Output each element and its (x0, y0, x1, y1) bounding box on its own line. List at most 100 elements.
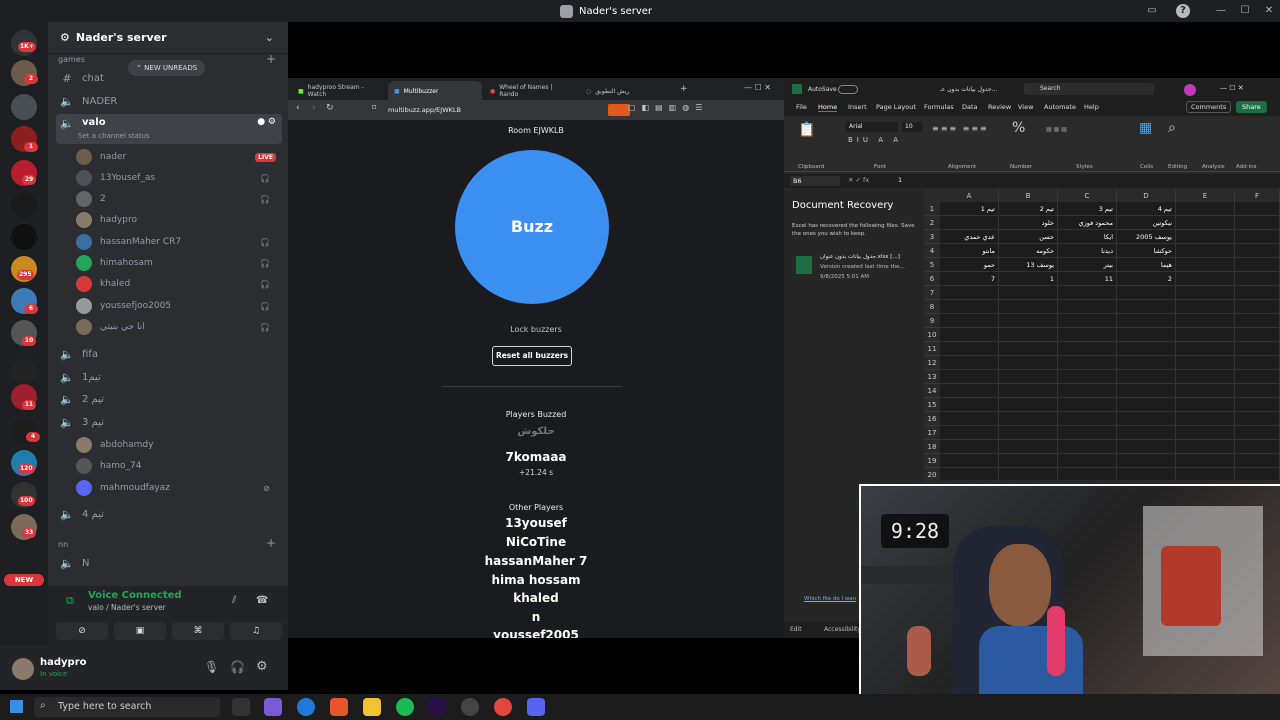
grid-cell[interactable]: ايكا (1058, 230, 1117, 244)
channel-team4[interactable]: 🔈 تيم 4 (56, 504, 282, 524)
grid-cell[interactable]: 1 (999, 272, 1058, 286)
grid-cell[interactable] (1058, 384, 1117, 398)
grid-cell[interactable] (940, 300, 999, 314)
grid-cell[interactable] (1117, 468, 1176, 480)
grid-cell[interactable] (1117, 370, 1176, 384)
brave-shield-icon[interactable] (608, 104, 630, 116)
grid-cell[interactable] (1176, 286, 1235, 300)
premiere-icon[interactable] (428, 698, 446, 716)
channel-actions[interactable]: ● ⚙ (257, 117, 276, 127)
grid-cell[interactable]: هيما (1117, 258, 1176, 272)
grid-cell[interactable] (940, 426, 999, 440)
row-header[interactable]: 4 (924, 244, 940, 258)
grid-cell[interactable] (999, 454, 1058, 468)
grid-cell[interactable]: تيم 4 (1117, 202, 1176, 216)
grid-cell[interactable] (1235, 328, 1280, 342)
grid-cell[interactable] (1176, 412, 1235, 426)
grid-cell[interactable] (1176, 454, 1235, 468)
new-tab-icon[interactable]: + (680, 84, 688, 94)
grid-cell[interactable] (1235, 398, 1280, 412)
paste-icon[interactable]: 📋 (798, 122, 815, 138)
channel-team3[interactable]: 🔈 تيم 3 (56, 412, 282, 432)
help-icon[interactable]: ? (1176, 4, 1190, 18)
grid-cell[interactable] (940, 328, 999, 342)
row-header[interactable]: 7 (924, 286, 940, 300)
grid-cell[interactable] (999, 328, 1058, 342)
grid-cell[interactable] (1176, 426, 1235, 440)
column-header[interactable]: A (940, 190, 999, 202)
voice-user[interactable]: nader LIVE (76, 147, 276, 167)
grid-cell[interactable] (1117, 356, 1176, 370)
row-header[interactable]: 15 (924, 398, 940, 412)
grid-cell[interactable]: 11 (1058, 272, 1117, 286)
server-header[interactable]: ⚙ Nader's server ⌄ (48, 22, 288, 54)
formula-input[interactable]: 1 (898, 176, 902, 184)
row-header[interactable]: 14 (924, 384, 940, 398)
column-header[interactable]: D (1117, 190, 1176, 202)
menu-page-layout[interactable]: Page Layout (876, 103, 916, 111)
grid-cell[interactable] (1117, 300, 1176, 314)
screen-share-button[interactable]: ▣ (114, 622, 166, 640)
grid-cell[interactable] (1176, 272, 1235, 286)
grid-cell[interactable] (1117, 314, 1176, 328)
menu-insert[interactable]: Insert (848, 103, 867, 111)
grid-cell[interactable]: 2 (1117, 272, 1176, 286)
headphones-icon[interactable]: 🎧 (230, 660, 245, 674)
help-link[interactable]: Which file do I wan (804, 596, 856, 602)
grid-cell[interactable] (1117, 426, 1176, 440)
channel-status[interactable]: Set a channel status (78, 132, 150, 140)
autosave-toggle[interactable] (838, 85, 858, 94)
reset-buzzers-button[interactable]: Reset all buzzers (492, 346, 572, 366)
grid-cell[interactable] (1176, 314, 1235, 328)
server-icon[interactable] (11, 224, 37, 250)
grid-cell[interactable] (1235, 314, 1280, 328)
reload-icon[interactable]: ↻ (326, 103, 334, 113)
buzz-button[interactable]: Buzz (455, 150, 609, 304)
extension-icons[interactable]: ▢◧▤▥◍☰ (628, 103, 708, 112)
discord-icon[interactable] (527, 698, 545, 716)
grid-cell[interactable] (940, 216, 999, 230)
grid-cell[interactable] (999, 342, 1058, 356)
settings-gear-icon[interactable]: ⚙ (256, 659, 268, 674)
status-accessibility[interactable]: Accessibility (824, 626, 861, 633)
grid-cell[interactable] (1235, 272, 1280, 286)
grid-cell[interactable] (1058, 468, 1117, 480)
column-header[interactable]: F (1235, 190, 1280, 202)
column-header[interactable]: E (1176, 190, 1235, 202)
grid-cell[interactable] (1058, 314, 1117, 328)
voice-user[interactable]: hamo_74 (76, 456, 276, 476)
close-button[interactable]: ✕ (1262, 4, 1276, 18)
camera-button[interactable]: ⊘ (56, 622, 108, 640)
microphone-icon[interactable]: 🎙 (204, 660, 219, 674)
grid-cell[interactable] (940, 342, 999, 356)
grid-cell[interactable]: تيم 1 (940, 202, 999, 216)
new-pill[interactable]: NEW (4, 574, 44, 586)
grid-cell[interactable] (1176, 216, 1235, 230)
menu-help[interactable]: Help (1084, 103, 1099, 111)
channel-nader[interactable]: 🔈 NADER (56, 91, 282, 111)
grid-cell[interactable] (1235, 370, 1280, 384)
row-header[interactable]: 13 (924, 370, 940, 384)
grid-cell[interactable] (940, 356, 999, 370)
grid-cell[interactable] (1176, 202, 1235, 216)
grid-cell[interactable] (940, 384, 999, 398)
brave-icon[interactable] (330, 698, 348, 716)
grid-cell[interactable]: حوكشا (1117, 244, 1176, 258)
grid-cell[interactable]: حمو (940, 258, 999, 272)
grid-cell[interactable] (940, 412, 999, 426)
grid-cell[interactable]: 7 (940, 272, 999, 286)
voice-user[interactable]: abdohamdy (76, 435, 276, 455)
grid-cell[interactable] (1058, 454, 1117, 468)
grid-cell[interactable]: نيكوتين (1117, 216, 1176, 230)
comments-button[interactable]: Comments (1186, 101, 1232, 113)
noise-suppression-icon[interactable]: ⫽ (232, 595, 236, 606)
category-games[interactable]: games (58, 55, 85, 64)
alignment-buttons[interactable]: ≡≡≡ ≡≡≡ (932, 124, 989, 133)
grid-cell[interactable] (1117, 440, 1176, 454)
row-header[interactable]: 10 (924, 328, 940, 342)
grid-cell[interactable] (1176, 328, 1235, 342)
grid-cell[interactable] (1117, 398, 1176, 412)
percent-icon[interactable]: % (1012, 120, 1025, 136)
forward-icon[interactable]: › (312, 103, 316, 113)
obs-icon[interactable] (461, 698, 479, 716)
